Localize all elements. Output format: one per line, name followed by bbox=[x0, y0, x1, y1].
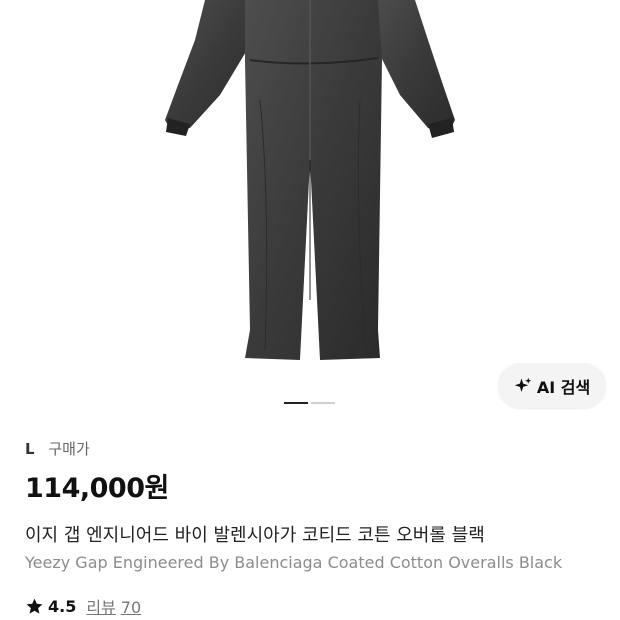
review-count: 70 bbox=[120, 598, 142, 617]
product-photo bbox=[165, 0, 455, 360]
carousel-indicator[interactable] bbox=[311, 402, 335, 404]
size-purchase-type: L 구매가 bbox=[25, 438, 90, 459]
rating-value: 4.5 bbox=[48, 596, 77, 616]
product-price: 114,000원 bbox=[25, 473, 169, 504]
ai-search-button[interactable]: AI 검색 bbox=[498, 363, 606, 408]
star-icon bbox=[26, 598, 43, 614]
product-title-english: Yeezy Gap Engineered By Balenciaga Coate… bbox=[25, 553, 563, 572]
ai-search-label: AI 검색 bbox=[536, 377, 591, 397]
review-link[interactable]: 리뷰 70 bbox=[86, 594, 141, 618]
review-label: 리뷰 bbox=[86, 598, 116, 617]
rating-row: 4.5 리뷰 70 bbox=[25, 594, 141, 618]
product-image-carousel[interactable]: AI 검색 bbox=[0, 0, 620, 408]
purchase-type-label: 구매가 bbox=[48, 440, 90, 458]
product-title-korean: 이지 갭 엔지니어드 바이 발렌시아가 코티드 코튼 오버롤 블랙 bbox=[25, 525, 485, 546]
carousel-indicator-active[interactable] bbox=[284, 402, 308, 404]
sparkle-icon bbox=[514, 377, 532, 392]
size-label: L bbox=[25, 440, 35, 458]
